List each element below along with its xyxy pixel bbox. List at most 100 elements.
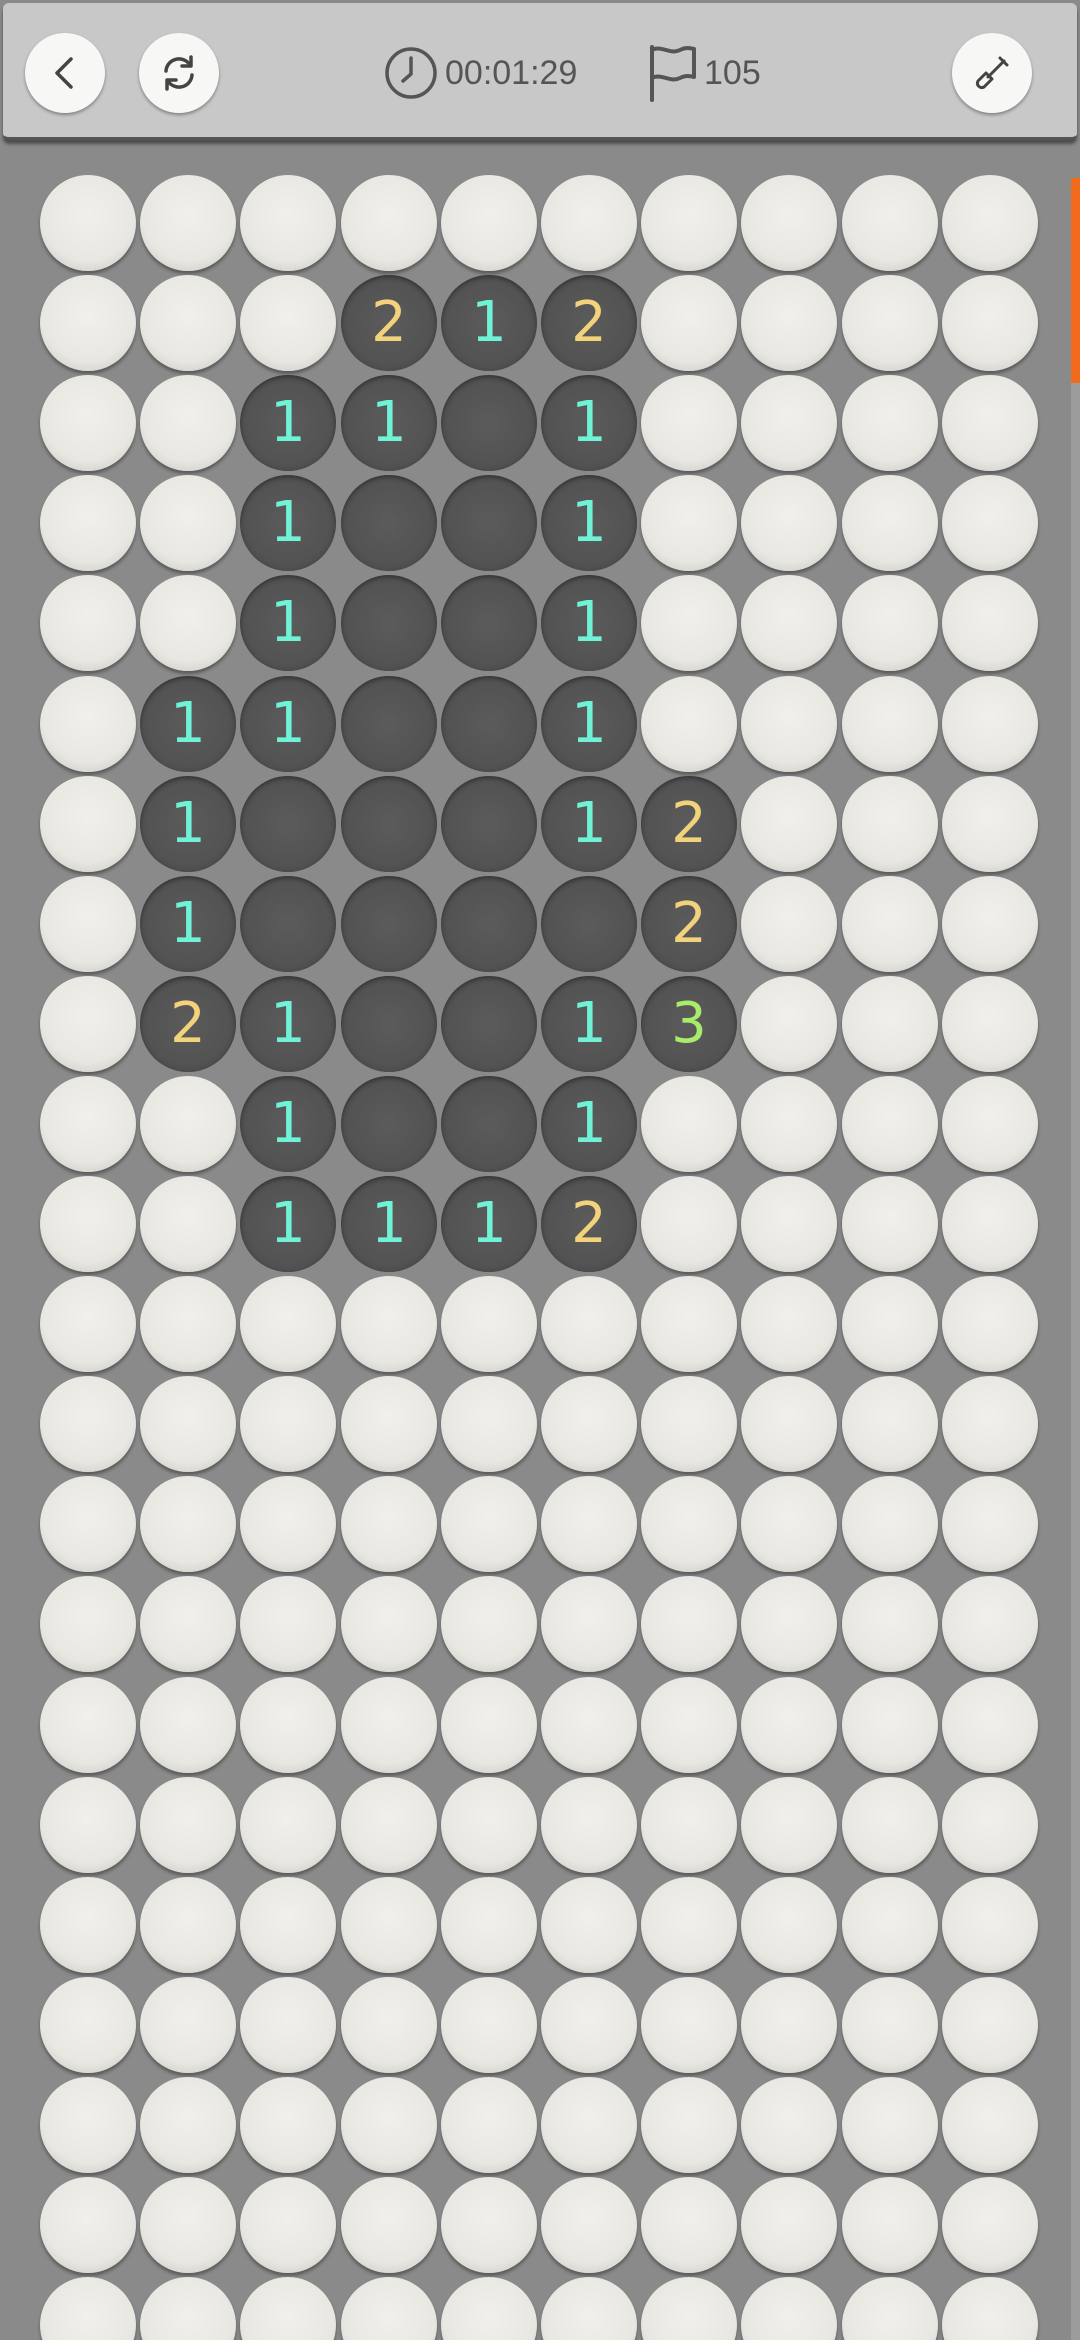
board-cell-r6-c1[interactable] [40, 676, 136, 772]
board-cell-r11-c5[interactable]: 1 [441, 1176, 537, 1272]
board-cell-r13-c9[interactable] [842, 1376, 938, 1472]
board-cell-r8-c9[interactable] [842, 876, 938, 972]
board-cell-r20-c9[interactable] [842, 2077, 938, 2173]
board-cell-r3-c6[interactable]: 1 [541, 375, 637, 471]
board-cell-r17-c7[interactable] [641, 1777, 737, 1873]
board-cell-r13-c8[interactable] [741, 1376, 837, 1472]
board-cell-r9-c8[interactable] [741, 976, 837, 1072]
board-cell-r14-c4[interactable] [341, 1476, 437, 1572]
board-cell-r9-c9[interactable] [842, 976, 938, 1072]
board-cell-r3-c1[interactable] [40, 375, 136, 471]
board-cell-r16-c4[interactable] [341, 1677, 437, 1773]
board-cell-r11-c10[interactable] [942, 1176, 1038, 1272]
board-cell-r22-c4[interactable] [341, 2277, 437, 2340]
board-cell-r20-c3[interactable] [240, 2077, 336, 2173]
board-cell-r4-c4[interactable] [341, 475, 437, 571]
board-cell-r20-c2[interactable] [140, 2077, 236, 2173]
board-cell-r12-c8[interactable] [741, 1276, 837, 1372]
board-cell-r8-c6[interactable] [541, 876, 637, 972]
board-cell-r6-c10[interactable] [942, 676, 1038, 772]
board-cell-r7-c9[interactable] [842, 776, 938, 872]
board-cell-r14-c10[interactable] [942, 1476, 1038, 1572]
board-cell-r14-c5[interactable] [441, 1476, 537, 1572]
board-cell-r14-c9[interactable] [842, 1476, 938, 1572]
board-cell-r19-c6[interactable] [541, 1977, 637, 2073]
board-cell-r17-c6[interactable] [541, 1777, 637, 1873]
board-cell-r11-c8[interactable] [741, 1176, 837, 1272]
board-cell-r3-c5[interactable] [441, 375, 537, 471]
board-cell-r4-c2[interactable] [140, 475, 236, 571]
board-cell-r12-c4[interactable] [341, 1276, 437, 1372]
board-cell-r2-c6[interactable]: 2 [541, 275, 637, 371]
board-cell-r14-c6[interactable] [541, 1476, 637, 1572]
board-cell-r3-c3[interactable]: 1 [240, 375, 336, 471]
board-cell-r4-c8[interactable] [741, 475, 837, 571]
board-cell-r13-c4[interactable] [341, 1376, 437, 1472]
board-cell-r2-c4[interactable]: 2 [341, 275, 437, 371]
board-cell-r9-c2[interactable]: 2 [140, 976, 236, 1072]
board-cell-r18-c10[interactable] [942, 1877, 1038, 1973]
board-cell-r11-c1[interactable] [40, 1176, 136, 1272]
board-cell-r4-c10[interactable] [942, 475, 1038, 571]
board-cell-r13-c6[interactable] [541, 1376, 637, 1472]
board-cell-r13-c5[interactable] [441, 1376, 537, 1472]
board-cell-r9-c7[interactable]: 3 [641, 976, 737, 1072]
board-cell-r15-c8[interactable] [741, 1576, 837, 1672]
board-cell-r18-c6[interactable] [541, 1877, 637, 1973]
board-cell-r17-c3[interactable] [240, 1777, 336, 1873]
board-cell-r10-c9[interactable] [842, 1076, 938, 1172]
board-cell-r14-c2[interactable] [140, 1476, 236, 1572]
board-cell-r4-c1[interactable] [40, 475, 136, 571]
board-cell-r15-c1[interactable] [40, 1576, 136, 1672]
board-cell-r21-c9[interactable] [842, 2177, 938, 2273]
board-cell-r19-c1[interactable] [40, 1977, 136, 2073]
board-cell-r1-c5[interactable] [441, 175, 537, 271]
board-cell-r9-c10[interactable] [942, 976, 1038, 1072]
dig-mode-button[interactable] [952, 33, 1032, 113]
board-cell-r13-c3[interactable] [240, 1376, 336, 1472]
board-cell-r5-c1[interactable] [40, 575, 136, 671]
board-cell-r20-c1[interactable] [40, 2077, 136, 2173]
board-cell-r18-c3[interactable] [240, 1877, 336, 1973]
board-cell-r14-c7[interactable] [641, 1476, 737, 1572]
board-cell-r21-c3[interactable] [240, 2177, 336, 2273]
board-cell-r11-c9[interactable] [842, 1176, 938, 1272]
board-cell-r5-c3[interactable]: 1 [240, 575, 336, 671]
board-cell-r19-c8[interactable] [741, 1977, 837, 2073]
board-cell-r1-c4[interactable] [341, 175, 437, 271]
board-cell-r16-c5[interactable] [441, 1677, 537, 1773]
board-cell-r15-c9[interactable] [842, 1576, 938, 1672]
board-cell-r16-c2[interactable] [140, 1677, 236, 1773]
board-cell-r19-c3[interactable] [240, 1977, 336, 2073]
board-cell-r10-c6[interactable]: 1 [541, 1076, 637, 1172]
board-cell-r9-c1[interactable] [40, 976, 136, 1072]
board-cell-r8-c8[interactable] [741, 876, 837, 972]
board-cell-r22-c3[interactable] [240, 2277, 336, 2340]
board-cell-r22-c8[interactable] [741, 2277, 837, 2340]
board-cell-r9-c3[interactable]: 1 [240, 976, 336, 1072]
board-cell-r22-c7[interactable] [641, 2277, 737, 2340]
board-cell-r18-c2[interactable] [140, 1877, 236, 1973]
board-cell-r8-c1[interactable] [40, 876, 136, 972]
board-cell-r7-c5[interactable] [441, 776, 537, 872]
board-cell-r3-c9[interactable] [842, 375, 938, 471]
board-cell-r14-c8[interactable] [741, 1476, 837, 1572]
board-cell-r7-c2[interactable]: 1 [140, 776, 236, 872]
board-cell-r16-c9[interactable] [842, 1677, 938, 1773]
board-cell-r5-c9[interactable] [842, 575, 938, 671]
board-cell-r22-c2[interactable] [140, 2277, 236, 2340]
board-cell-r13-c1[interactable] [40, 1376, 136, 1472]
board-cell-r7-c7[interactable]: 2 [641, 776, 737, 872]
board-cell-r22-c6[interactable] [541, 2277, 637, 2340]
board-cell-r5-c10[interactable] [942, 575, 1038, 671]
board-cell-r18-c7[interactable] [641, 1877, 737, 1973]
board-cell-r6-c6[interactable]: 1 [541, 676, 637, 772]
board-cell-r6-c7[interactable] [641, 676, 737, 772]
board-cell-r7-c1[interactable] [40, 776, 136, 872]
board-cell-r13-c10[interactable] [942, 1376, 1038, 1472]
board-cell-r22-c5[interactable] [441, 2277, 537, 2340]
restart-button[interactable] [139, 33, 219, 113]
board-cell-r5-c5[interactable] [441, 575, 537, 671]
board-cell-r16-c6[interactable] [541, 1677, 637, 1773]
board-cell-r8-c5[interactable] [441, 876, 537, 972]
